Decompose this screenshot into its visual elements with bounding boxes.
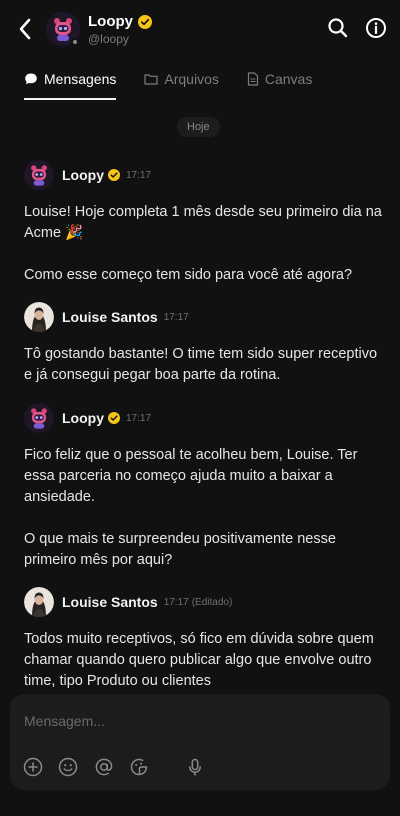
info-icon (366, 18, 386, 38)
message-text: Tô gostando bastante! O time tem sido su… (24, 346, 378, 383)
chevron-left-icon (19, 18, 31, 40)
sticker-icon (130, 758, 148, 776)
author-name-text: Louise Santos (62, 309, 158, 325)
message-item: Louise Santos 17:17 Tô gostando bastante… (24, 302, 384, 386)
microphone-icon (189, 758, 201, 776)
search-icon (328, 18, 348, 38)
loopy-avatar[interactable] (24, 403, 54, 433)
author-name[interactable]: Loopy (62, 167, 120, 183)
author-name-text: Louise Santos (62, 594, 158, 610)
add-attachment-button[interactable] (22, 756, 44, 778)
message-text: Fico feliz que o pessoal te acolheu bem,… (24, 447, 358, 568)
message-time: 17:17 (126, 412, 152, 424)
robot-avatar-icon (24, 403, 54, 433)
message-header: Louise Santos 17:17 (24, 302, 384, 332)
header-name-text: Loopy (88, 13, 133, 30)
message-header: Loopy 17:17 (24, 160, 384, 190)
message-time: 17:17 (163, 596, 189, 608)
robot-avatar-icon (24, 160, 54, 190)
info-button[interactable] (364, 16, 388, 40)
conversation-tabs: Mensagens Arquivos Canvas (0, 58, 400, 102)
tab-canvas[interactable]: Canvas (247, 58, 312, 100)
tab-label: Mensagens (44, 71, 117, 87)
message-composer (10, 694, 390, 790)
chat-header: Loopy @loopy (0, 0, 400, 58)
presence-dot (71, 38, 79, 46)
tab-arquivos[interactable]: Arquivos (144, 58, 219, 100)
verified-badge-icon (108, 169, 120, 181)
message-input[interactable] (24, 710, 364, 732)
person-avatar-icon (24, 587, 54, 617)
user-avatar[interactable] (24, 587, 54, 617)
header-title: Loopy (88, 13, 152, 30)
user-avatar[interactable] (24, 302, 54, 332)
header-handle: @loopy (88, 32, 129, 46)
edited-label: (Editado) (191, 596, 233, 608)
message-item: Loopy 17:17 Louise! Hoje completa 1 mês … (24, 160, 384, 286)
verified-badge-icon (108, 412, 120, 424)
chat-bubble-icon (25, 73, 37, 85)
message-text: Louise! Hoje completa 1 mês desde seu pr… (24, 204, 382, 283)
message-list[interactable]: Hoje Loopy 17:17 Louise! Hoje completa 1… (0, 102, 400, 692)
emoji-icon (58, 757, 78, 777)
message-time: 17:17 (126, 169, 152, 181)
emoji-button[interactable] (57, 756, 79, 778)
author-name[interactable]: Louise Santos (62, 309, 158, 325)
back-button[interactable] (12, 14, 38, 44)
search-button[interactable] (326, 16, 350, 40)
plus-icon (23, 757, 43, 777)
verified-badge-icon (138, 14, 152, 29)
message-header: Loopy 17:17 (24, 403, 384, 433)
document-icon (247, 72, 258, 86)
tab-mensagens[interactable]: Mensagens (24, 58, 117, 100)
message-text: Todos muito receptivos, só fico em dúvid… (24, 631, 374, 689)
message-item: Loopy 17:17 Fico feliz que o pessoal te … (24, 403, 384, 571)
voice-button[interactable] (184, 756, 206, 778)
tab-label: Arquivos (164, 71, 219, 87)
message-header: Louise Santos 17:17 (Editado) (24, 587, 384, 617)
person-avatar-icon (24, 302, 54, 332)
message-item: Louise Santos 17:17 (Editado) Todos muit… (24, 587, 384, 692)
sticker-button[interactable] (128, 756, 150, 778)
loopy-avatar[interactable] (24, 160, 54, 190)
message-time: 17:17 (163, 311, 189, 323)
author-name-text: Loopy (62, 167, 104, 183)
author-name-text: Loopy (62, 410, 104, 426)
mention-icon (95, 758, 113, 776)
author-name[interactable]: Louise Santos (62, 594, 158, 610)
folder-icon (144, 74, 158, 85)
author-name[interactable]: Loopy (62, 410, 120, 426)
mention-button[interactable] (93, 756, 115, 778)
tab-label: Canvas (264, 71, 313, 87)
date-divider: Hoje (177, 117, 220, 137)
